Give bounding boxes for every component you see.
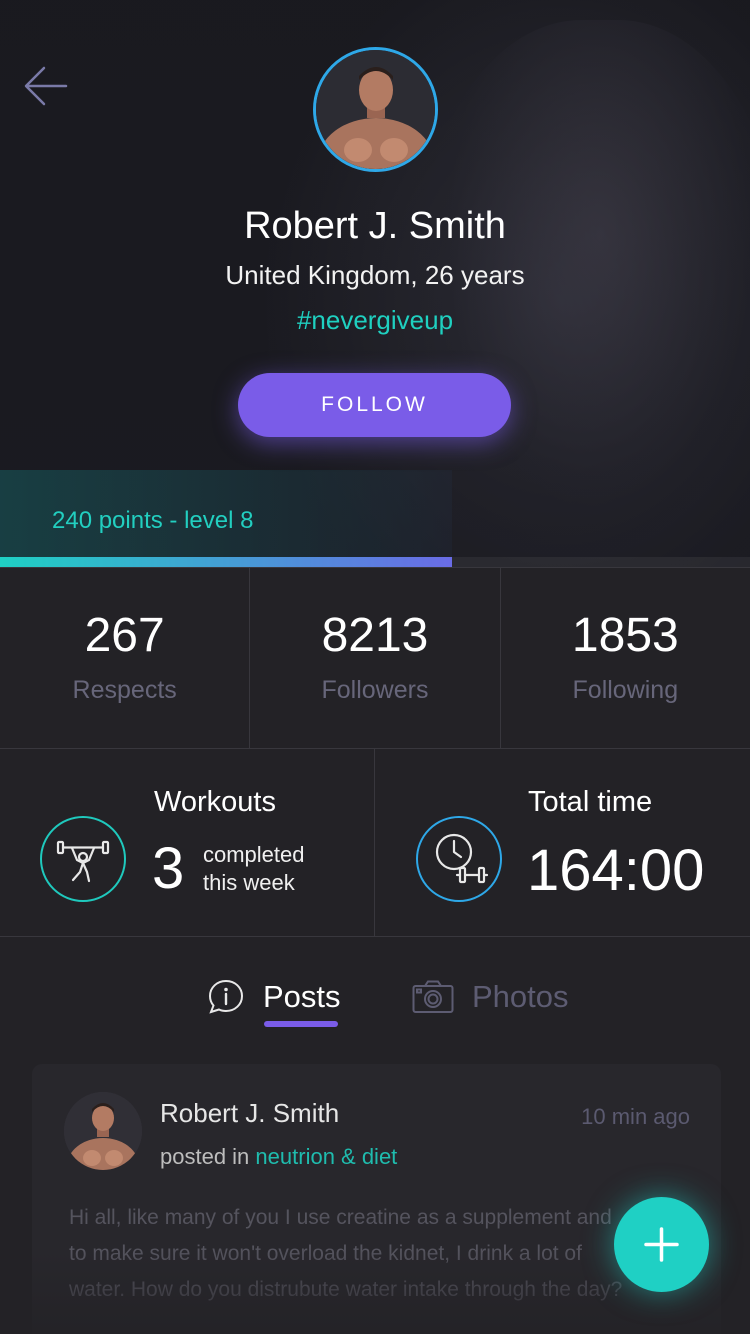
profile-header: Robert J. Smith United Kingdom, 26 years… — [0, 0, 750, 567]
post-author-name[interactable]: Robert J. Smith — [160, 1098, 339, 1129]
content-tabs: Posts Photos — [0, 962, 750, 1032]
post-author-avatar[interactable] — [64, 1092, 142, 1170]
plus-icon — [644, 1227, 679, 1262]
stat-value: 267 — [84, 609, 165, 662]
stat-respects[interactable]: 267 Respects — [0, 568, 251, 748]
total-time-title: Total time — [528, 786, 653, 818]
stat-value: 1853 — [571, 609, 679, 662]
stat-label: Respects — [72, 676, 177, 704]
stat-label: Followers — [321, 676, 429, 704]
arrow-left-icon — [24, 66, 68, 106]
workouts-caption: completed this week — [203, 842, 305, 895]
info-bubble-icon — [208, 979, 244, 1014]
activity-summary: Workouts 3 completed this week Total tim… — [0, 749, 750, 937]
post-category-link[interactable]: neutrion & diet — [255, 1144, 397, 1169]
profile-avatar[interactable] — [313, 47, 438, 172]
clock-dumbbell-icon — [416, 816, 502, 902]
total-time-panel: Total time 164:00 — [375, 749, 750, 937]
avatar-photo — [316, 50, 435, 169]
tab-label: Posts — [263, 979, 341, 1014]
avatar-photo — [64, 1092, 142, 1170]
stats-row: 267 Respects 8213 Followers 1853 Followi… — [0, 567, 750, 749]
level-progress-fill — [0, 557, 453, 567]
profile-hashtag[interactable]: #nevergiveup — [0, 305, 750, 336]
stat-followers[interactable]: 8213 Followers — [250, 568, 501, 748]
stat-value: 8213 — [321, 609, 429, 662]
tab-photos[interactable]: Photos — [412, 972, 569, 1022]
back-button[interactable] — [22, 62, 70, 110]
points-level-label: 240 points - level 8 — [52, 507, 254, 534]
camera-icon — [412, 980, 454, 1013]
tab-label: Photos — [472, 979, 569, 1014]
active-tab-indicator — [264, 1021, 338, 1027]
workouts-count: 3 — [152, 836, 185, 901]
follow-button[interactable]: FOLLOW — [238, 373, 511, 437]
workouts-title: Workouts — [154, 786, 276, 818]
workouts-panel: Workouts 3 completed this week — [0, 749, 375, 937]
weightlifter-icon — [40, 816, 126, 902]
level-progress-bar — [0, 557, 750, 567]
post-meta: posted in neutrion & diet — [160, 1144, 398, 1169]
profile-name: Robert J. Smith — [244, 205, 506, 247]
post-timestamp: 10 min ago — [581, 1104, 690, 1129]
profile-location-age: United Kingdom, 26 years — [225, 260, 525, 290]
total-time-value: 164:00 — [527, 838, 705, 903]
stat-label: Following — [572, 676, 679, 704]
tab-posts[interactable]: Posts — [207, 972, 341, 1022]
add-post-button[interactable] — [614, 1197, 709, 1292]
stat-following[interactable]: 1853 Following — [501, 568, 750, 748]
